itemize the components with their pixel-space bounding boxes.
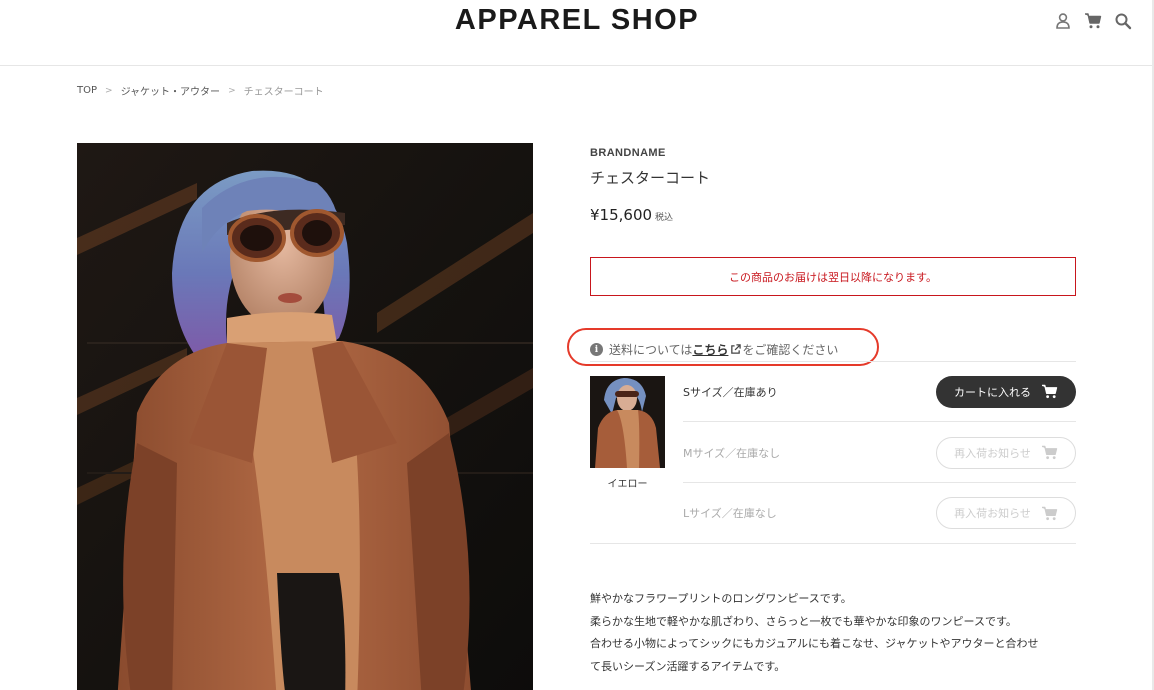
variant-thumbnail[interactable] bbox=[590, 376, 665, 468]
site-logo[interactable]: APPAREL SHOP bbox=[0, 4, 1154, 37]
cart-icon[interactable] bbox=[1084, 12, 1102, 30]
product-price: ¥15,600 税込 bbox=[590, 206, 1076, 224]
variant-row: Mサイズ／在庫なし 再入荷お知らせ bbox=[683, 423, 1076, 483]
breadcrumb-separator: > bbox=[105, 85, 113, 96]
product-title: チェスターコート bbox=[590, 169, 711, 187]
shipping-suffix: をご確認ください bbox=[742, 343, 839, 357]
description-line: 柔らかな生地で軽やかな肌ざわり、さらっと一枚でも華やかな印象のワンピースです。 bbox=[590, 614, 1017, 628]
variant-divider bbox=[590, 543, 1076, 544]
breadcrumb-current: チェスターコート bbox=[243, 87, 324, 98]
breadcrumb: TOP > ジャケット・アウター > チェスターコート bbox=[77, 83, 324, 98]
external-link-icon[interactable] bbox=[730, 344, 742, 355]
add-to-cart-label: カートに入れる bbox=[954, 385, 1031, 399]
variant-label: Mサイズ／在庫なし bbox=[683, 446, 781, 460]
header-icons bbox=[1054, 12, 1132, 30]
tax-label: 税込 bbox=[655, 213, 674, 223]
variant-label: Lサイズ／在庫なし bbox=[683, 507, 777, 520]
breadcrumb-separator: > bbox=[228, 85, 236, 96]
variant-color-label: イエロー bbox=[607, 479, 648, 490]
description-line: て長いシーズン活躍するアイテムです。 bbox=[590, 659, 786, 673]
variant-label: Sサイズ／在庫あり bbox=[683, 385, 778, 399]
shipping-link[interactable]: こちら bbox=[692, 341, 728, 358]
variant-row: Sサイズ／在庫あり カートに入れる bbox=[683, 362, 1076, 422]
shipping-info: i 送料については こちら をご確認ください bbox=[590, 341, 838, 358]
description-line: 合わせる小物によってシックにもカジュアルにも着こなせ、ジャケットやアウターと合わ… bbox=[590, 637, 1039, 650]
delivery-notice: この商品のお届けは翌日以降になります。 bbox=[590, 257, 1076, 296]
brand-name[interactable]: BRANDNAME bbox=[590, 147, 1076, 159]
breadcrumb-category[interactable]: ジャケット・アウター bbox=[121, 83, 221, 98]
shipping-prefix: 送料については bbox=[609, 343, 693, 357]
price-value: ¥15,600 bbox=[590, 206, 653, 224]
restock-notify-button[interactable]: 再入荷お知らせ bbox=[936, 497, 1076, 529]
search-icon[interactable] bbox=[1114, 12, 1132, 30]
variant-row: Lサイズ／在庫なし 再入荷お知らせ bbox=[683, 483, 1076, 543]
restock-notify-label: 再入荷お知らせ bbox=[954, 507, 1031, 520]
product-description: 鮮やかなフラワープリントのロングワンピースです。 柔らかな生地で軽やかな肌ざわり… bbox=[590, 588, 1080, 678]
restock-notify-label: 再入荷お知らせ bbox=[954, 446, 1031, 460]
product-info: BRANDNAME チェスターコート ¥15,600 税込 bbox=[590, 147, 1076, 224]
site-header: APPAREL SHOP bbox=[0, 0, 1154, 66]
info-icon: i bbox=[590, 343, 603, 356]
restock-notify-button[interactable]: 再入荷お知らせ bbox=[936, 436, 1076, 469]
add-to-cart-button[interactable]: カートに入れる bbox=[936, 375, 1076, 408]
cart-icon bbox=[1041, 445, 1058, 460]
cart-icon bbox=[1042, 384, 1058, 399]
product-main-image[interactable] bbox=[77, 143, 533, 690]
breadcrumb-top[interactable]: TOP bbox=[77, 85, 97, 96]
description-line: 鮮やかなフラワープリントのロングワンピースです。 bbox=[590, 592, 852, 605]
cart-icon bbox=[1041, 506, 1058, 520]
user-icon[interactable] bbox=[1054, 12, 1072, 30]
